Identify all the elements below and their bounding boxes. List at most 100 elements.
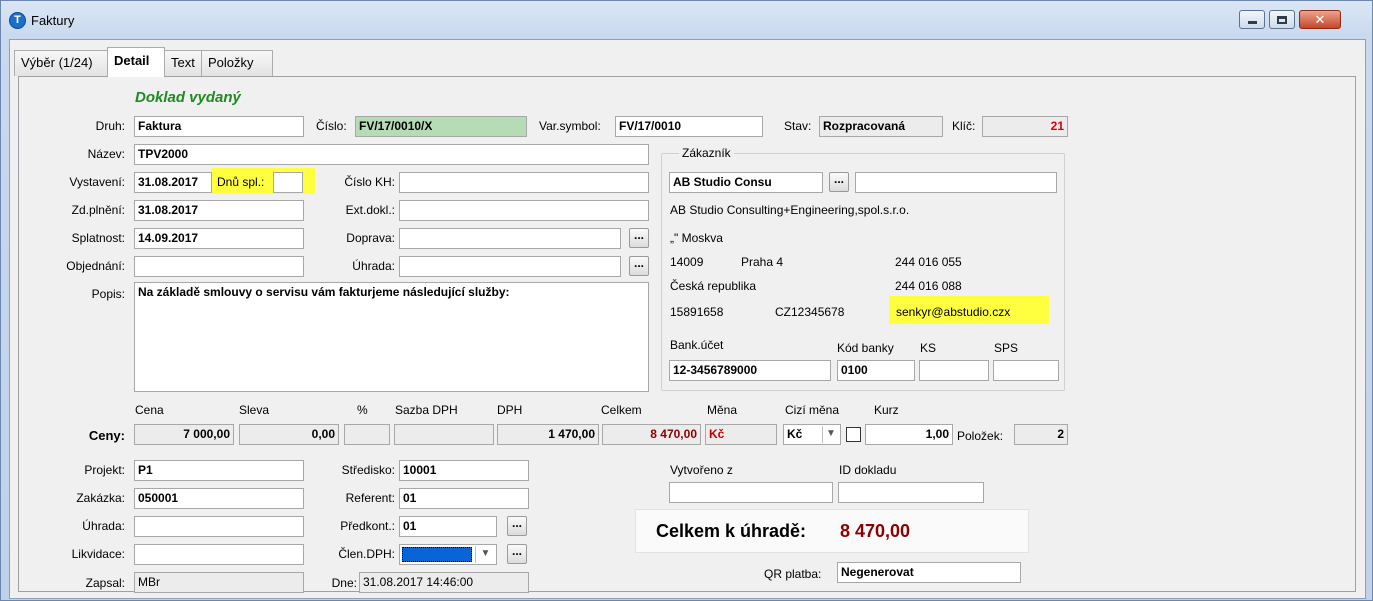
cislo-kh-label: Číslo KH:: [344, 175, 395, 189]
maximize-icon: [1277, 15, 1287, 24]
cislo-kh-field[interactable]: [399, 172, 649, 193]
popis-textarea[interactable]: Na základě smlouvy o servisu vám fakturj…: [134, 282, 649, 392]
id-dokladu-field[interactable]: [838, 482, 984, 503]
customer-short-field[interactable]: AB Studio Consu: [669, 172, 823, 193]
vytvoreno-label: Vytvořeno z: [670, 463, 733, 477]
app-logo-icon: T: [9, 12, 26, 29]
objednani-field[interactable]: [134, 256, 304, 277]
varsymbol-field[interactable]: FV/17/0010: [615, 116, 763, 137]
pct-field: [344, 424, 390, 445]
cena-field: 7 000,00: [134, 424, 234, 445]
uhrada-bottom-field[interactable]: [134, 516, 304, 537]
uhrada-top-label: Úhrada:: [352, 259, 395, 273]
bank-account-field[interactable]: 12-3456789000: [669, 360, 831, 381]
klic-field: 21: [982, 116, 1068, 137]
zapsal-label: Zapsal:: [85, 576, 125, 590]
stav-field: Rozpracovaná: [819, 116, 943, 137]
nazev-field[interactable]: TPV2000: [134, 144, 649, 165]
dnu-spl-label: Dnů spl.:: [217, 175, 265, 189]
customer-full-name: AB Studio Consulting+Engineering,spol.s.…: [670, 203, 910, 217]
uhrada-browse-button[interactable]: ...: [629, 256, 649, 276]
referent-field[interactable]: 01: [399, 488, 529, 509]
dne-label: Dne:: [331, 576, 357, 590]
vystaveni-field[interactable]: 31.08.2017: [134, 172, 212, 193]
dnu-spl-field[interactable]: [273, 172, 303, 193]
tab-detail[interactable]: Detail: [107, 47, 165, 77]
polozek-field: 2: [1014, 424, 1068, 445]
stredisko-field[interactable]: 10001: [399, 460, 529, 481]
druh-field[interactable]: Faktura: [134, 116, 304, 137]
nazev-label: Název:: [87, 147, 125, 161]
doprava-field[interactable]: [399, 228, 621, 249]
faktury-window: T Faktury ✕ Výběr (1/24) Detail Text Pol…: [0, 0, 1373, 601]
zdplneni-field[interactable]: 31.08.2017: [134, 200, 304, 221]
celkem-field: 8 470,00: [602, 424, 701, 445]
maximize-button[interactable]: [1269, 10, 1295, 29]
qr-label: QR platba:: [764, 567, 822, 581]
zakazka-field[interactable]: 050001: [134, 488, 304, 509]
customer-phone2: 244 016 088: [895, 279, 962, 293]
predkont-field[interactable]: 01: [399, 516, 497, 537]
popis-label: Popis:: [91, 287, 125, 301]
customer-email: senkyr@abstudio.czx: [896, 305, 1011, 319]
price-header-sleva: Sleva: [239, 403, 270, 417]
minimize-icon: [1247, 21, 1257, 24]
customer-group-title: Zákazník: [679, 146, 734, 160]
id-dokladu-label: ID dokladu: [839, 463, 897, 477]
uhrada-bottom-label: Úhrada:: [82, 519, 125, 533]
zapsal-field: MBr: [134, 572, 304, 593]
bank-code-field[interactable]: 0100: [837, 360, 915, 381]
zdplneni-label: Zd.plnění:: [71, 203, 125, 217]
klic-label: Klíč:: [952, 119, 976, 133]
price-header-cizi-mena: Cizí měna: [785, 403, 840, 417]
ceny-label: Ceny:: [88, 428, 125, 443]
sleva-field: 0,00: [239, 424, 339, 445]
stav-label: Stav:: [784, 119, 812, 133]
doprava-label: Doprava:: [346, 231, 395, 245]
minimize-button[interactable]: [1239, 10, 1265, 29]
projekt-field[interactable]: P1: [134, 460, 304, 481]
customer-ico: 15891658: [670, 305, 724, 319]
customer-phone1: 244 016 055: [895, 255, 962, 269]
tab-vyber[interactable]: Výběr (1/24): [14, 50, 108, 76]
customer-street: „" Moskva: [670, 231, 723, 245]
customer-dic: CZ12345678: [775, 305, 845, 319]
objednani-label: Objednání:: [66, 259, 125, 273]
ks-label: KS: [920, 341, 937, 355]
projekt-label: Projekt:: [84, 463, 125, 477]
ks-field[interactable]: [919, 360, 989, 381]
cislo-field[interactable]: FV/17/0010/X: [355, 116, 527, 137]
doprava-browse-button[interactable]: ...: [629, 228, 649, 248]
kurz-field[interactable]: 1,00: [865, 424, 953, 445]
polozek-label: Položek:: [957, 429, 1004, 443]
customer-browse-button[interactable]: ...: [829, 172, 849, 192]
sazba-field: [394, 424, 494, 445]
price-header-sazba: Sazba DPH: [395, 403, 458, 417]
bank-code-label: Kód banky: [837, 341, 894, 355]
likvidace-label: Likvidace:: [71, 547, 125, 561]
close-button[interactable]: ✕: [1299, 10, 1341, 29]
tab-text[interactable]: Text: [164, 50, 202, 76]
clen-dph-browse-button[interactable]: ...: [507, 544, 527, 564]
qr-field[interactable]: Negenerovat: [837, 562, 1021, 583]
uhrada-top-field[interactable]: [399, 256, 621, 277]
sps-field[interactable]: [993, 360, 1059, 381]
price-header-mena: Měna: [707, 403, 738, 417]
vytvoreno-field[interactable]: [669, 482, 833, 503]
price-header-celkem: Celkem: [601, 403, 642, 417]
client-area: Výběr (1/24) Detail Text Položky Doklad …: [9, 39, 1366, 599]
tab-polozky[interactable]: Položky: [201, 50, 273, 76]
ext-dokl-field[interactable]: [399, 200, 649, 221]
splatnost-field[interactable]: 14.09.2017: [134, 228, 304, 249]
likvidace-field[interactable]: [134, 544, 304, 565]
predkont-browse-button[interactable]: ...: [507, 516, 527, 536]
chevron-down-icon[interactable]: ▼: [475, 546, 495, 563]
varsymbol-label: Var.symbol:: [539, 119, 601, 133]
vystaveni-label: Vystavení:: [69, 175, 125, 189]
mena-field: Kč: [705, 424, 777, 445]
customer-extra-field[interactable]: [855, 172, 1057, 193]
cizi-mena-checkbox[interactable]: [846, 427, 861, 442]
dph-field: 1 470,00: [497, 424, 599, 445]
chevron-down-icon[interactable]: ▼: [822, 426, 839, 443]
window-title: Faktury: [31, 13, 75, 28]
